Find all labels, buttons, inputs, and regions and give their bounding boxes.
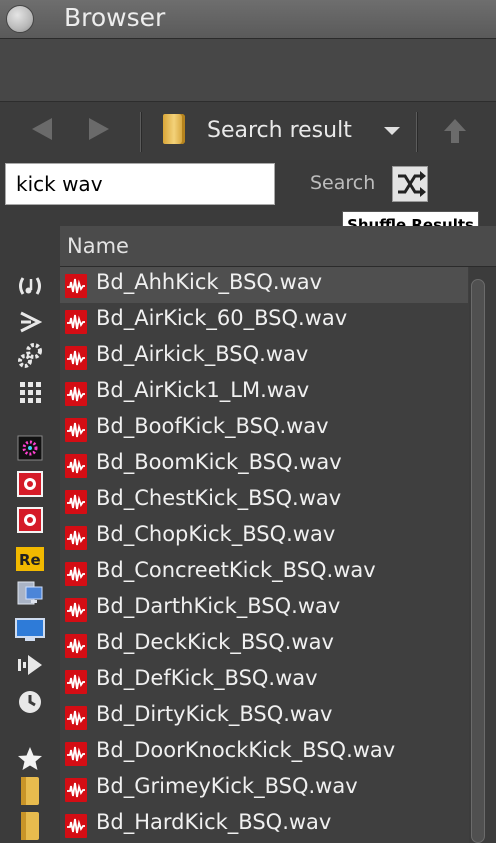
file-row[interactable]: Bd_DoorKnockKick_BSQ.wav [60,735,468,771]
audio-file-icon [65,562,87,586]
file-row[interactable]: Bd_DirtyKick_BSQ.wav [60,699,468,735]
clock-icon[interactable] [15,688,45,716]
scrollbar-thumb[interactable] [471,279,485,843]
file-row[interactable]: Bd_ConcreetKick_BSQ.wav [60,555,468,591]
star-icon[interactable] [15,745,45,773]
file-name: Bd_DefKick_BSQ.wav [96,666,318,690]
location-dropdown-icon[interactable] [384,127,400,135]
audio-file-icon [65,634,87,658]
file-name: Bd_BoofKick_BSQ.wav [96,414,329,438]
file-row[interactable]: Bd_AirKick1_LM.wav [60,375,468,411]
folder-icon [163,114,185,144]
folder-icon[interactable] [15,777,45,805]
window-circle-button[interactable] [6,5,34,33]
file-row[interactable]: Bd_HardKick_BSQ.wav [60,807,468,843]
audio-clip-icon[interactable] [15,272,45,300]
title-bar: Browser [0,0,496,39]
file-name: Bd_BoomKick_BSQ.wav [96,450,342,474]
gears-icon[interactable] [15,342,45,370]
audio-file-icon [65,490,87,514]
forward-arrow-icon[interactable] [89,118,109,140]
file-name: Bd_ConcreetKick_BSQ.wav [96,558,376,582]
shuffle-button[interactable] [392,166,428,202]
audio-file-icon [65,382,87,406]
file-name: Bd_ChopKick_BSQ.wav [96,522,336,546]
file-row[interactable]: Bd_AhhKick_BSQ.wav [60,267,468,303]
file-name: Bd_ChestKick_BSQ.wav [96,486,342,510]
file-list: Bd_AhhKick_BSQ.wav Bd_AirKick_60_BSQ.wav B… [60,267,496,843]
file-row[interactable]: Bd_AirKick_60_BSQ.wav [60,303,468,339]
monitor-icon[interactable] [15,616,45,644]
search-button[interactable]: Search [310,172,375,194]
audio-file-icon [65,742,87,766]
window-title: Browser [64,3,166,32]
file-row[interactable]: Bd_BoomKick_BSQ.wav [60,447,468,483]
file-row[interactable]: Bd_DarthKick_BSQ.wav [60,591,468,627]
name-column-label: Name [67,234,129,258]
file-name: Bd_GrimeyKick_BSQ.wav [96,774,358,798]
audio-file-icon [65,598,87,622]
folder-icon[interactable] [15,812,45,840]
grid-dots-icon[interactable] [15,378,45,406]
rack-module-icon[interactable] [15,506,45,534]
audio-file-icon [65,274,87,298]
rewire-icon[interactable]: Re [15,545,45,573]
audio-file-icon [65,814,87,838]
file-name: Bd_DirtyKick_BSQ.wav [96,702,333,726]
effect-rack-icon[interactable] [15,434,45,462]
audio-file-icon [65,706,87,730]
file-name: Bd_Airkick_BSQ.wav [96,342,309,366]
flow-icon[interactable] [15,651,45,679]
up-folder-icon[interactable] [443,118,467,144]
file-row[interactable]: Bd_BoofKick_BSQ.wav [60,411,468,447]
file-row[interactable]: Bd_DeckKick_BSQ.wav [60,627,468,663]
back-arrow-icon[interactable] [32,118,52,140]
svg-text:Re: Re [19,551,41,569]
audio-file-icon [65,526,87,550]
location-label[interactable]: Search result [207,118,352,143]
audio-file-icon [65,670,87,694]
toolbar-divider [140,112,142,152]
file-row[interactable]: Bd_Airkick_BSQ.wav [60,339,468,375]
audio-file-icon [65,310,87,334]
shuffle-icon [398,171,426,197]
file-name: Bd_AirKick1_LM.wav [96,378,310,402]
toolbar-divider [416,112,418,152]
audio-file-icon [65,778,87,802]
rack-module-icon[interactable] [15,470,45,498]
panel-spacer [0,39,496,101]
file-row[interactable]: Bd_ChopKick_BSQ.wav [60,519,468,555]
file-name: Bd_HardKick_BSQ.wav [96,810,332,834]
file-row[interactable]: Bd_GrimeyKick_BSQ.wav [60,771,468,807]
audio-file-icon [65,418,87,442]
file-name: Bd_DoorKnockKick_BSQ.wav [96,738,396,762]
file-row[interactable]: Bd_DefKick_BSQ.wav [60,663,468,699]
search-input[interactable] [5,163,275,205]
file-name: Bd_DeckKick_BSQ.wav [96,630,334,654]
file-name: Bd_DarthKick_BSQ.wav [96,594,341,618]
computer-icon[interactable] [15,579,45,607]
audio-file-icon [65,454,87,478]
audio-file-icon [65,346,87,370]
file-name: Bd_AhhKick_BSQ.wav [96,270,323,294]
file-row[interactable]: Bd_ChestKick_BSQ.wav [60,483,468,519]
column-header[interactable]: Name [60,226,496,267]
file-name: Bd_AirKick_60_BSQ.wav [96,306,348,330]
send-icon[interactable] [15,308,45,336]
